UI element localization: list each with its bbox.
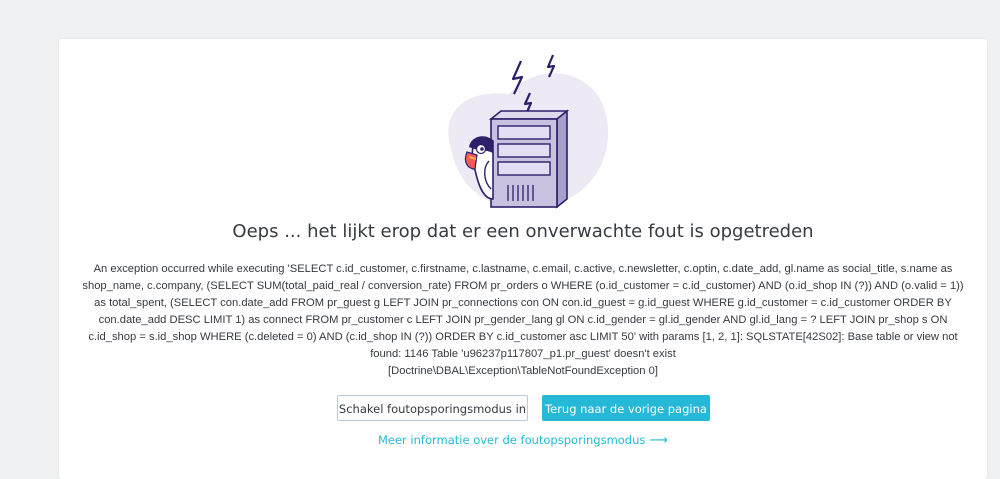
server-icon <box>488 109 570 209</box>
arrow-right-icon: ⟶ <box>649 433 669 448</box>
more-info-debug-link[interactable]: Meer informatie over de foutopsporingsmo… <box>59 433 987 448</box>
exception-class: [Doctrine\DBAL\Exception\TableNotFoundEx… <box>388 365 658 377</box>
error-illustration <box>429 49 619 219</box>
back-to-previous-page-button[interactable]: Terug naar de vorige pagina <box>542 395 710 421</box>
error-title: Oeps ... het lijkt erop dat er een onver… <box>232 221 814 242</box>
error-message: An exception occurred while executing 'S… <box>79 261 967 380</box>
enable-debug-mode-button[interactable]: Schakel foutopsporingsmodus in <box>337 395 528 421</box>
exception-text: An exception occurred while executing 'S… <box>82 263 964 360</box>
more-info-link-label: Meer informatie over de foutopsporingsmo… <box>377 433 646 447</box>
error-card: Oeps ... het lijkt erop dat er een onver… <box>59 39 987 479</box>
